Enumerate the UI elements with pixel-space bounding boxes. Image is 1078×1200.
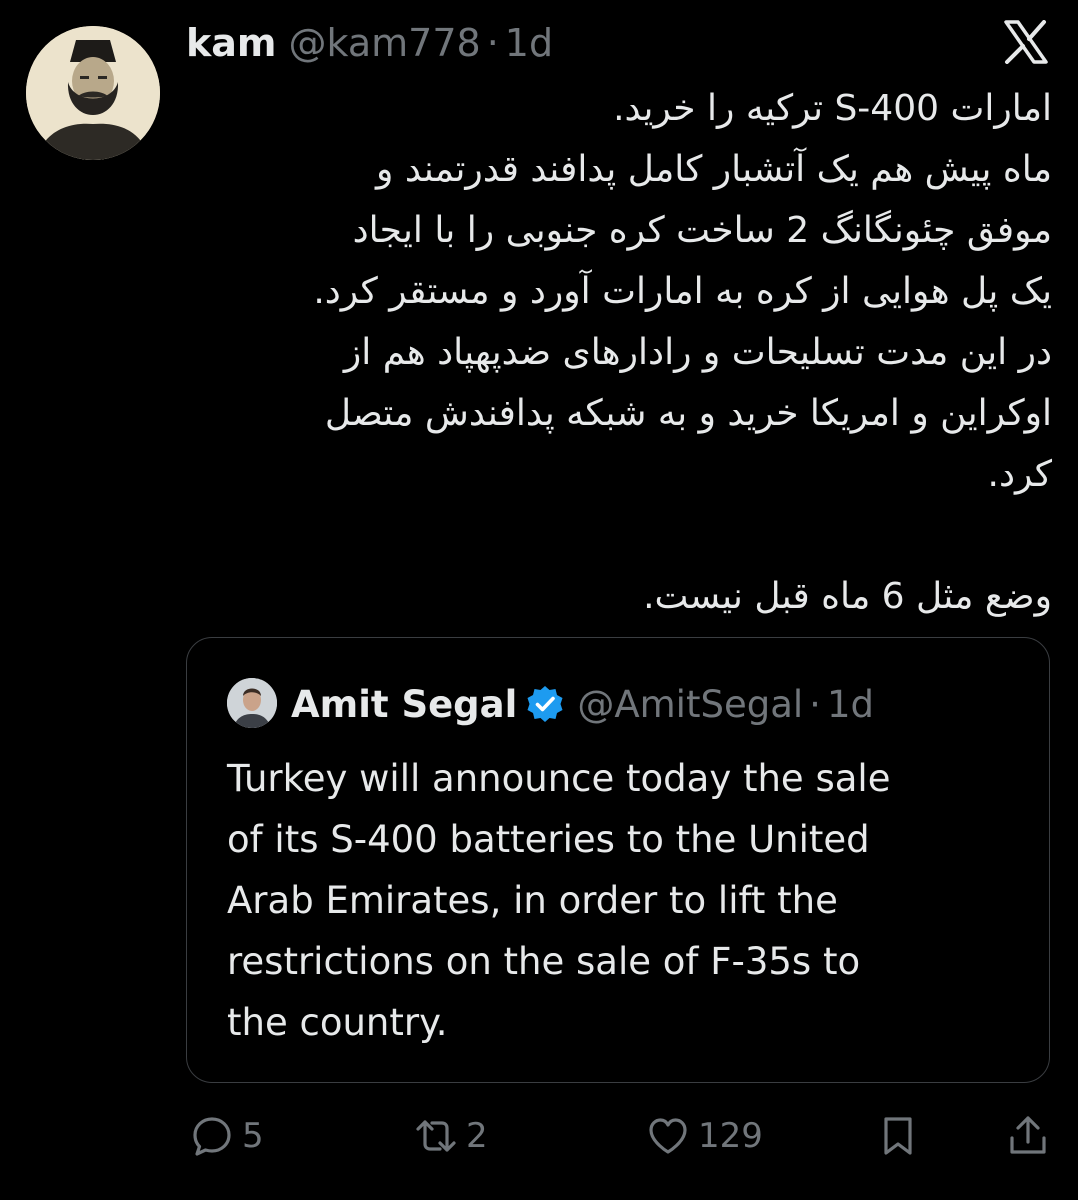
tweet-header: kam @kam778 · 1d [186, 18, 553, 68]
reply-count: 5 [242, 1116, 264, 1156]
quoted-author-name[interactable]: Amit Segal [291, 683, 517, 726]
quoted-author-avatar[interactable] [227, 678, 277, 728]
tweet: kam @kam778 · 1d امارات S-400 ترکیه را خ… [0, 0, 1078, 1200]
heart-icon [649, 1118, 687, 1154]
tweet-text-line: اوکراین و امریکا خرید و به شبکه پدافندش … [324, 393, 1052, 434]
quoted-author-avatar-image [227, 678, 277, 728]
bookmark-icon [884, 1117, 912, 1155]
quoted-tweet-timestamp[interactable]: 1d [827, 683, 874, 726]
quoted-header-separator: · [809, 682, 821, 726]
tweet-text-line: کرد. [987, 454, 1052, 495]
tweet-text: امارات S-400 ترکیه را خرید. ماه پیش هم ی… [192, 78, 1052, 627]
like-button[interactable]: 129 [646, 1110, 763, 1162]
quoted-text-line: Turkey will announce today the sale [227, 757, 891, 800]
reply-button[interactable]: 5 [190, 1110, 264, 1162]
reply-icon [193, 1117, 231, 1156]
tweet-actions-bar: 5 2 129 [0, 1110, 1078, 1162]
quoted-text-line: of its S-400 batteries to the United [227, 818, 870, 861]
quoted-author-handle[interactable]: @AmitSegal [577, 683, 803, 726]
quoted-tweet[interactable]: Amit Segal @AmitSegal · 1d Turkey will a… [186, 637, 1050, 1083]
tweet-text-line: یک پل هوایی از کره به امارات آورد و مستق… [313, 271, 1052, 312]
author-name[interactable]: kam [186, 21, 277, 65]
x-logo-icon[interactable] [1002, 20, 1050, 64]
quoted-tweet-header: Amit Segal @AmitSegal · 1d [291, 678, 874, 730]
like-count: 129 [698, 1116, 763, 1156]
author-avatar[interactable] [26, 26, 160, 160]
bookmark-button[interactable] [876, 1110, 920, 1162]
tweet-text-line: امارات S-400 ترکیه را خرید. [613, 88, 1052, 129]
header-separator: · [486, 21, 499, 65]
share-icon [1010, 1116, 1046, 1154]
repost-button[interactable]: 2 [414, 1110, 488, 1162]
share-button[interactable] [1006, 1110, 1050, 1162]
repost-icon [416, 1120, 456, 1152]
quoted-text-line: Arab Emirates, in order to lift the [227, 879, 838, 922]
tweet-text-line: وضع مثل 6 ماه قبل نیست. [643, 576, 1052, 617]
quoted-tweet-text: Turkey will announce today the sale of i… [227, 748, 1027, 1053]
verified-badge-icon [527, 686, 563, 722]
repost-count: 2 [466, 1116, 488, 1156]
tweet-text-line: موفق چئونگانگ 2 ساخت کره جنوبی را با ایج… [352, 210, 1052, 251]
quoted-text-line: restrictions on the sale of F-35s to [227, 940, 861, 983]
tweet-text-line: در این مدت تسلیحات و رادارهای ضدپهپاد هم… [343, 332, 1052, 373]
tweet-text-line: ماه پیش هم یک آتشبار کامل پدافند قدرتمند… [376, 149, 1052, 190]
author-handle[interactable]: @kam778 [289, 21, 481, 65]
tweet-timestamp[interactable]: 1d [505, 21, 553, 65]
author-avatar-image [26, 26, 160, 160]
quoted-text-line: the country. [227, 1001, 448, 1044]
